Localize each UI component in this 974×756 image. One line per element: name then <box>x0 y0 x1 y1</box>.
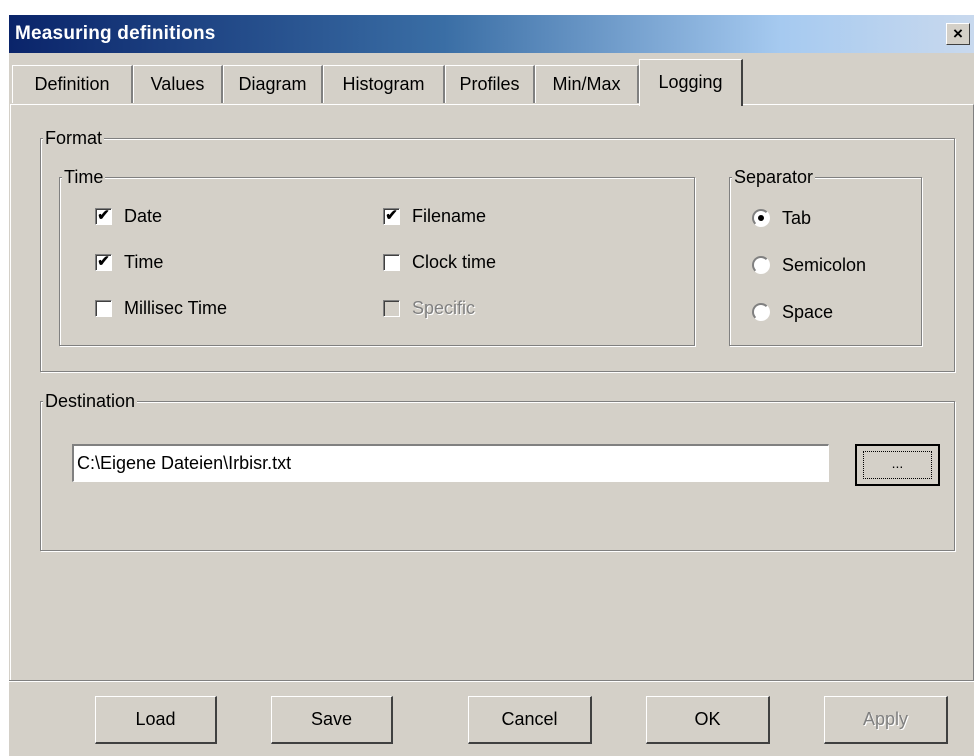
title-bar[interactable]: Measuring definitions × <box>9 15 974 53</box>
apply-button-label: Apply <box>862 709 909 729</box>
format-group: Format Time ✔ Date ✔ Time Millisec Time … <box>40 127 955 372</box>
millisec-time-checkbox[interactable] <box>95 300 112 317</box>
time-group: Time ✔ Date ✔ Time Millisec Time ✔ Filen… <box>59 166 695 346</box>
browse-button-label: ... <box>863 451 932 479</box>
semicolon-separator-label[interactable]: Semicolon <box>782 254 866 276</box>
format-group-label: Format <box>43 127 105 149</box>
time-group-label: Time <box>62 166 106 188</box>
tab-label: Logging <box>658 72 723 92</box>
load-button[interactable]: Load <box>95 696 217 744</box>
window-title: Measuring definitions <box>15 23 216 44</box>
tab-values[interactable]: Values <box>133 65 223 103</box>
check-icon: ✔ <box>97 207 110 224</box>
millisec-time-label[interactable]: Millisec Time <box>124 297 227 319</box>
tab-profiles[interactable]: Profiles <box>445 65 535 103</box>
dialog-window: Measuring definitions × Definition Value… <box>8 14 974 756</box>
save-button-label: Save <box>310 709 353 729</box>
tab-label: Definition <box>34 74 110 94</box>
tab-label: Diagram <box>238 74 307 94</box>
time-label[interactable]: Time <box>124 251 163 273</box>
load-button-label: Load <box>135 709 176 729</box>
space-separator-radio[interactable] <box>752 303 770 321</box>
radio-selected-dot <box>758 215 764 221</box>
save-button[interactable]: Save <box>271 696 393 744</box>
clock-time-checkbox[interactable] <box>383 254 400 271</box>
semicolon-separator-radio[interactable] <box>752 256 770 274</box>
clock-time-label[interactable]: Clock time <box>412 251 496 273</box>
separator-group: Separator Tab Semicolon Space <box>729 166 922 346</box>
destination-path-input[interactable]: C:\Eigene Dateien\Irbisr.txt <box>72 444 829 482</box>
footer-divider-highlight <box>9 681 974 682</box>
tab-definition[interactable]: Definition <box>12 65 133 103</box>
specific-checkbox <box>383 300 400 317</box>
close-icon: × <box>953 24 963 43</box>
tab-separator-radio[interactable] <box>752 209 770 227</box>
separator-group-label: Separator <box>732 166 816 188</box>
tab-label: Min/Max <box>552 74 621 94</box>
tab-histogram[interactable]: Histogram <box>323 65 445 103</box>
check-icon: ✔ <box>97 253 110 270</box>
tab-min-max[interactable]: Min/Max <box>535 65 639 103</box>
ok-button-label: OK <box>694 709 721 729</box>
date-checkbox[interactable]: ✔ <box>95 208 112 225</box>
tab-diagram[interactable]: Diagram <box>223 65 323 103</box>
apply-button: Apply <box>824 696 948 744</box>
filename-checkbox[interactable]: ✔ <box>383 208 400 225</box>
destination-group-label: Destination <box>43 390 138 412</box>
close-button[interactable]: × <box>946 23 970 45</box>
ok-button[interactable]: OK <box>646 696 770 744</box>
destination-group: Destination C:\Eigene Dateien\Irbisr.txt… <box>40 390 955 551</box>
specific-label: Specific <box>412 298 476 318</box>
cancel-button[interactable]: Cancel <box>468 696 592 744</box>
tab-logging[interactable]: Logging <box>639 59 743 106</box>
logging-panel: Format Time ✔ Date ✔ Time Millisec Time … <box>10 104 974 680</box>
cancel-button-label: Cancel <box>501 709 558 729</box>
check-icon: ✔ <box>385 207 398 224</box>
tab-label: Values <box>150 74 205 94</box>
date-label[interactable]: Date <box>124 205 162 227</box>
tab-separator-label[interactable]: Tab <box>782 207 811 229</box>
filename-label[interactable]: Filename <box>412 205 486 227</box>
tab-label: Histogram <box>342 74 425 94</box>
time-checkbox[interactable]: ✔ <box>95 254 112 271</box>
browse-button[interactable]: ... <box>855 444 940 486</box>
space-separator-label[interactable]: Space <box>782 301 833 323</box>
tab-label: Profiles <box>459 74 520 94</box>
